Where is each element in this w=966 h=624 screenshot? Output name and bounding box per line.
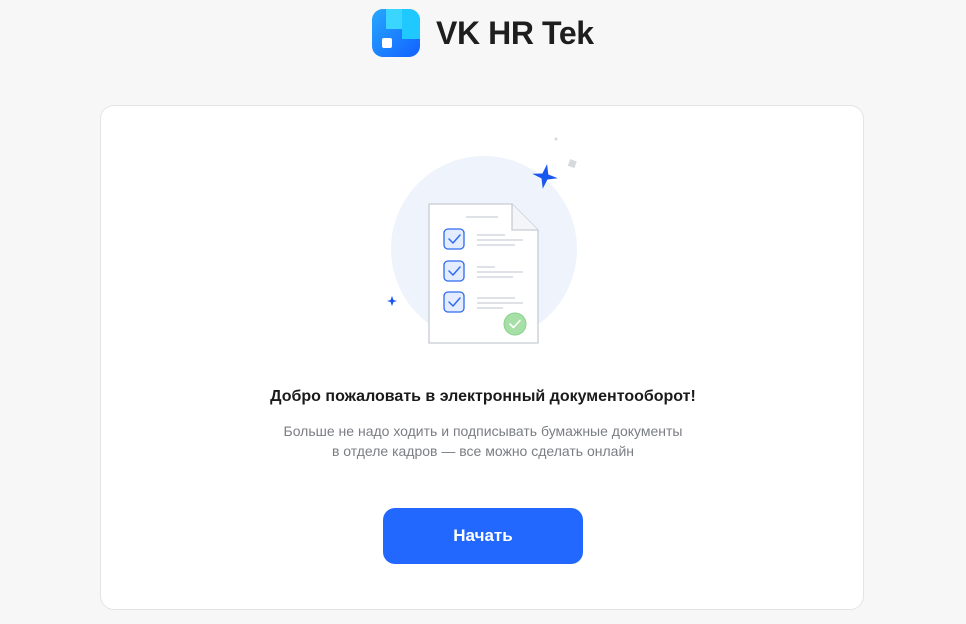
header: VK HR Tek [0, 0, 966, 66]
brand-name: VK HR Tek [436, 15, 594, 51]
checkbox-3 [443, 291, 465, 313]
checkbox-1 [443, 228, 465, 250]
brand-logo[interactable]: VK HR Tek [372, 9, 594, 57]
document-checklist-icon [387, 137, 577, 344]
sparkle-dot [554, 137, 558, 141]
welcome-subtitle: Больше не надо ходить и подписывать бума… [101, 421, 865, 461]
checkbox-2 [443, 260, 465, 282]
start-button[interactable]: Начать [383, 508, 583, 564]
welcome-title: Добро пожаловать в электронный документо… [270, 388, 696, 405]
sparkle-small-icon [387, 296, 397, 306]
sparkle-gray-icon [567, 159, 577, 169]
subtitle-line-1: Больше не надо ходить и подписывать бума… [283, 423, 683, 439]
success-check-icon [503, 312, 527, 336]
subtitle-line-2: в отделе кадров — все можно сделать онла… [331, 443, 634, 459]
welcome-card: Добро пожаловать в электронный документо… [100, 105, 864, 610]
vk-hr-tek-logo-icon [372, 9, 420, 57]
